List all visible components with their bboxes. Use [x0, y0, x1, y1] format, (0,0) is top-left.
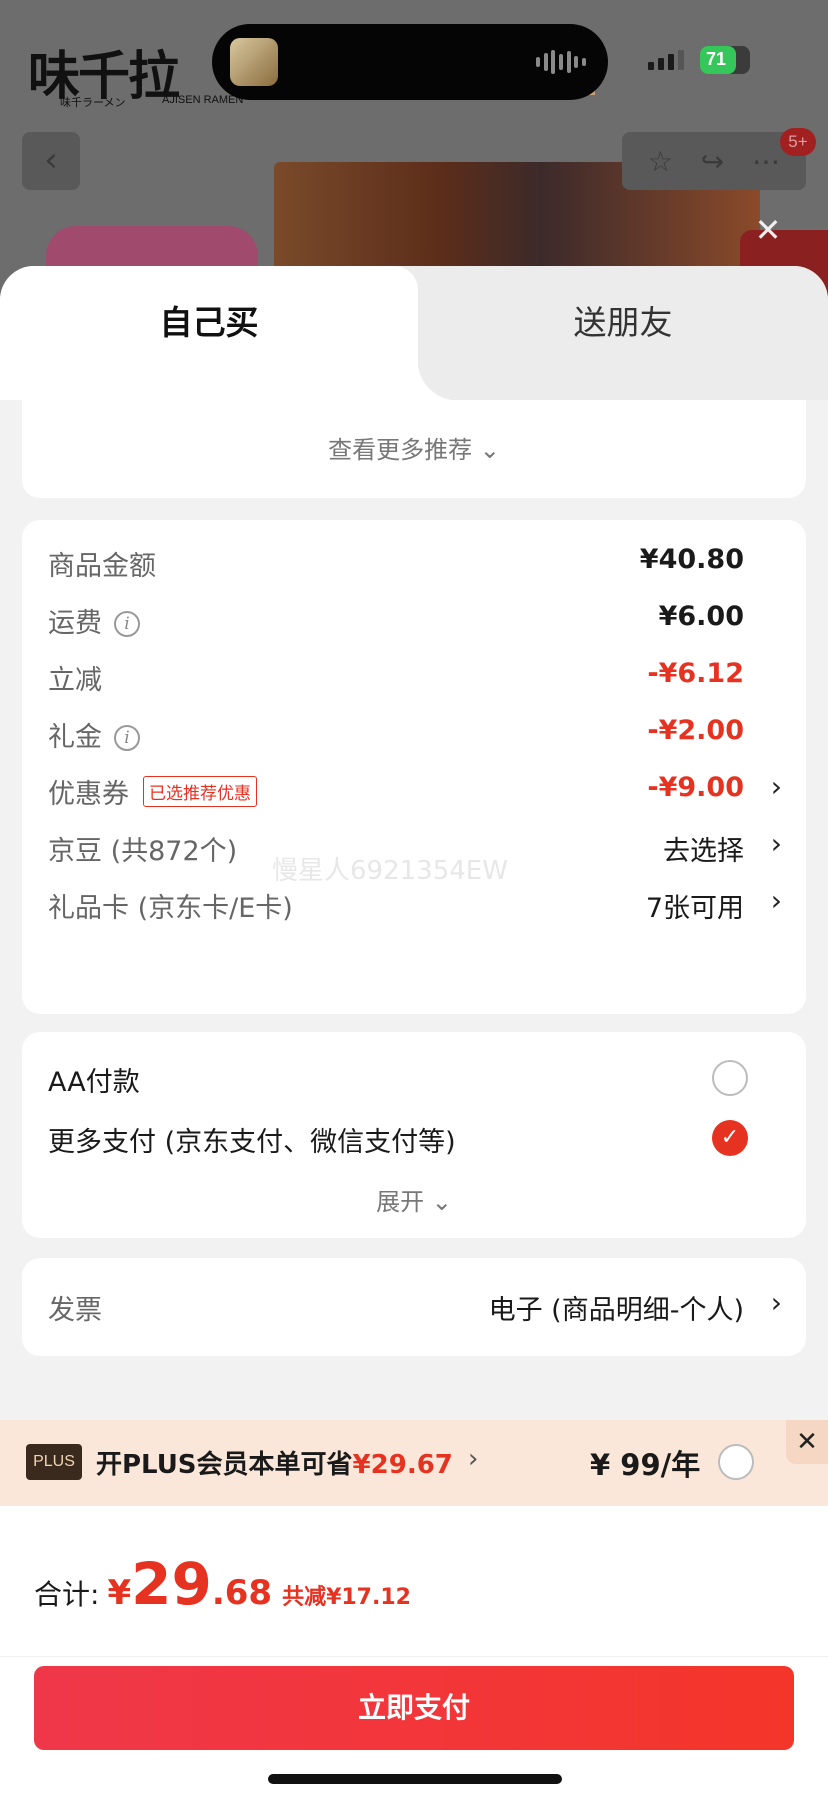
- brand-subtitle-en: AJISEN RAMEN: [162, 94, 244, 106]
- info-icon[interactable]: i: [114, 725, 140, 751]
- plus-opt-in-radio[interactable]: [718, 1444, 754, 1480]
- plus-membership-bar[interactable]: PLUS 开PLUS会员本单可省¥29.67 › ¥ 99/年 ✕: [0, 1420, 828, 1506]
- chevron-right-icon: ›: [770, 884, 782, 917]
- chevron-right-icon: ›: [770, 770, 782, 803]
- recommended-coupon-tag: 已选推荐优惠: [143, 776, 257, 807]
- price-row-label: 京豆 (共872个): [48, 836, 238, 867]
- chevron-right-icon: ›: [770, 827, 782, 860]
- more-icon[interactable]: ⋯: [752, 145, 780, 178]
- radio-aa-payment[interactable]: [712, 1060, 748, 1096]
- payment-option-aa[interactable]: AA付款: [48, 1060, 140, 1099]
- price-row-label: 礼品卡 (京东卡/E卡): [48, 893, 293, 924]
- chevron-right-icon: ›: [468, 1444, 479, 1474]
- price-row-value: ¥6.00: [658, 601, 744, 632]
- tab-buy-self-label[interactable]: 自己买: [0, 296, 418, 344]
- plus-promo-text: 开PLUS会员本单可省: [96, 1450, 353, 1480]
- home-indicator[interactable]: [268, 1774, 562, 1784]
- audio-wave-icon: [536, 50, 586, 74]
- chevron-down-icon: ⌄: [431, 1188, 452, 1216]
- chevron-right-icon: ›: [770, 1286, 782, 1319]
- close-icon[interactable]: ✕: [786, 1420, 828, 1464]
- price-row-goods: 商品金额 ¥40.80: [48, 536, 782, 586]
- total-discount: 共减¥17.12: [282, 1585, 411, 1610]
- plus-save-amount: ¥29.67: [352, 1450, 453, 1480]
- price-row-value: -¥6.12: [647, 658, 744, 689]
- header-actions: ☆ ↪ ⋯: [622, 132, 806, 190]
- invoice-card[interactable]: 发票 电子 (商品明细-个人) ›: [22, 1258, 806, 1356]
- close-icon[interactable]: ✕: [750, 212, 786, 248]
- brand-subtitle-jp: 味千ラーメン: [60, 97, 126, 109]
- dynamic-island: [212, 24, 608, 100]
- total-currency: ¥: [107, 1573, 132, 1613]
- invoice-label: 发票: [48, 1295, 102, 1326]
- plus-price: ¥ 99/年: [590, 1448, 701, 1482]
- tab-send-friend[interactable]: 送朋友: [418, 296, 828, 344]
- price-breakdown-card: 商品金额 ¥40.80 运费 i ¥6.00 立减 -¥6.12 礼金 i -¥2.…: [22, 520, 806, 1014]
- total-integer: 29: [131, 1550, 212, 1618]
- now-playing-thumbnail: [230, 38, 278, 86]
- price-row-label: 礼金: [48, 722, 102, 753]
- price-row-value: 7张可用: [645, 893, 744, 924]
- price-row-value: -¥9.00: [647, 772, 744, 803]
- divider: [0, 1656, 828, 1657]
- watermark: 慢星人6921354EW: [272, 856, 508, 886]
- invoice-value: 电子 (商品明细-个人): [488, 1295, 744, 1326]
- view-more-recommend-link[interactable]: 查看更多推荐 ⌄: [22, 430, 806, 465]
- payment-option-more[interactable]: 更多支付 (京东支付、微信支付等): [48, 1120, 456, 1159]
- back-button[interactable]: ‹: [22, 132, 80, 190]
- checkout-footer: 合计: ¥29.68 共减¥17.12 立即支付: [0, 1506, 828, 1796]
- tab-bar: 自己买 送朋友: [0, 266, 828, 400]
- signal-icon: [648, 50, 684, 70]
- plus-badge: PLUS: [26, 1444, 82, 1480]
- recommend-card: 查看更多推荐 ⌄: [22, 400, 806, 498]
- price-row-label: 立减: [48, 665, 102, 696]
- price-row-instant-discount: 立减 -¥6.12: [48, 650, 782, 700]
- battery-icon: 71: [700, 46, 750, 74]
- price-row-label: 商品金额: [48, 551, 156, 582]
- total-label: 合计:: [34, 1578, 100, 1611]
- battery-level: 71: [706, 49, 727, 69]
- pay-now-button[interactable]: 立即支付: [34, 1666, 794, 1750]
- order-total: 合计: ¥29.68 共减¥17.12: [34, 1550, 411, 1618]
- star-icon[interactable]: ☆: [648, 145, 673, 178]
- price-row-gift-money: 礼金 i -¥2.00: [48, 707, 782, 757]
- price-row-label: 优惠券: [48, 779, 129, 810]
- price-row-label: 运费: [48, 608, 102, 639]
- checkout-sheet: 自己买 送朋友 查看更多推荐 ⌄ 商品金额 ¥40.80 运费 i ¥6.00 立…: [0, 266, 828, 1796]
- expand-payment-link[interactable]: 展开 ⌄: [22, 1182, 806, 1217]
- notification-badge: 5+: [780, 128, 816, 156]
- chevron-down-icon: ⌄: [479, 436, 500, 464]
- total-decimal: .68: [211, 1573, 273, 1613]
- price-row-value: ¥40.80: [639, 544, 744, 575]
- info-icon[interactable]: i: [114, 611, 140, 637]
- expand-label: 展开: [376, 1188, 425, 1216]
- price-row-value: -¥2.00: [647, 715, 744, 746]
- product-backdrop: 拉麵 味千拉 味千ラーメン AJISEN RAMEN 71 ‹ ☆ ↪ ⋯ 5+…: [0, 0, 828, 300]
- share-icon[interactable]: ↪: [701, 145, 724, 178]
- price-row-shipping: 运费 i ¥6.00: [48, 593, 782, 643]
- price-row-value: 去选择: [663, 836, 744, 867]
- view-more-label: 查看更多推荐: [328, 436, 473, 464]
- checkmark-icon[interactable]: ✓: [712, 1120, 748, 1156]
- price-row-coupon[interactable]: 优惠券 已选推荐优惠 -¥9.00 ›: [48, 764, 782, 814]
- payment-method-card: AA付款 更多支付 (京东支付、微信支付等) ✓ 展开 ⌄: [22, 1032, 806, 1238]
